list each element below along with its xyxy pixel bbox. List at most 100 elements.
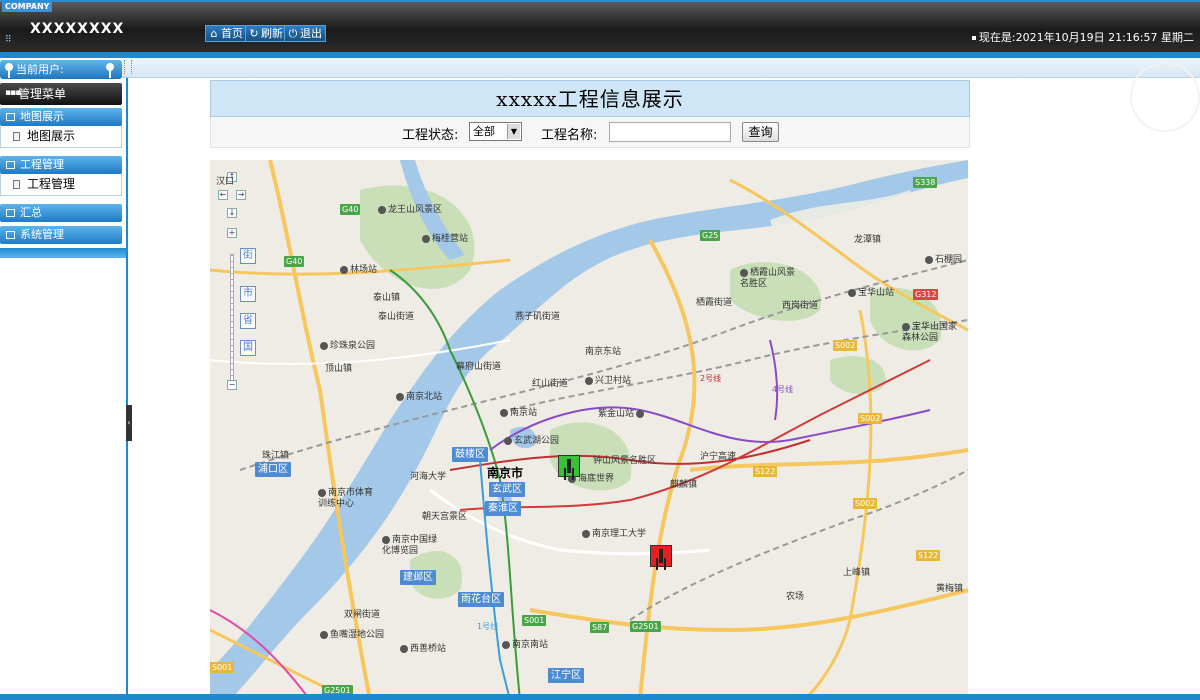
zoom-out-button[interactable]: − (227, 380, 237, 390)
top-header-bar: COMPANY XXXXXXXX ⠿ ⌂ 首页 ↻ 刷新 ⏻ 退出 现在是:2021年… (0, 0, 1200, 52)
current-user-row: 当前用户: (0, 60, 122, 79)
city-label: 南京市 (487, 466, 524, 480)
home-button[interactable]: ⌂ 首页 (205, 25, 247, 42)
road-label: G40 (340, 204, 361, 215)
metro-line-label: 4号线 (772, 385, 794, 394)
sidebar-section-system[interactable]: 系统管理 (0, 226, 122, 244)
place-label: 泰山街道 (378, 312, 415, 322)
clock-display: 现在是:2021年10月19日 21:16:57 星期二 (971, 29, 1194, 45)
zoom-level-street[interactable]: 街 (240, 248, 256, 264)
sidebar-item-project-management[interactable]: 工程管理 (0, 174, 122, 196)
road-label: S122 (916, 550, 941, 561)
collapse-sidebar-handle[interactable]: ‹ (126, 405, 132, 441)
clock-text: 现在是:2021年10月19日 21:16:57 星期二 (978, 31, 1194, 44)
place-label: 石棚园 (925, 255, 962, 266)
place-label: 林场站 (340, 265, 377, 276)
place-label: 双闸街道 (344, 610, 381, 620)
logout-button[interactable]: ⏻ 退出 (284, 25, 326, 42)
zoom-control: ↑ ← → ↓ + − (216, 170, 246, 390)
road-label: S002 (858, 413, 883, 424)
place-label: 燕子矶街道 (515, 312, 561, 322)
sidebar-item-map-display[interactable]: 地图展示 (0, 126, 122, 148)
folder-icon (6, 113, 15, 121)
place-label: 珠江镇 (262, 451, 290, 461)
project-marker-stopped[interactable] (650, 545, 672, 567)
zoom-level-province[interactable]: 省 (240, 313, 256, 329)
page-title: xxxxx工程信息展示 (210, 80, 970, 117)
grid-icon: ▪▪▪ (5, 88, 21, 98)
sidebar-section-project[interactable]: 工程管理 (0, 156, 122, 174)
road-label: G2501 (630, 621, 661, 632)
sidebar-section-map[interactable]: 地图展示 (0, 108, 122, 126)
road-label: G40 (284, 256, 305, 267)
metro-line-label: 2号线 (700, 374, 722, 383)
map-view[interactable]: ↑ ← → ↓ + − 街 市 省 国 G40 G40 G25 S338 G31… (210, 160, 968, 700)
place-label: 南京市体育训练中心 (318, 488, 374, 509)
current-user-label: 当前用户: (16, 63, 64, 76)
road-label: S001 (210, 662, 235, 673)
place-label: 黄梅镇 (936, 584, 964, 594)
folder-icon (6, 231, 15, 239)
place-label: 紫金山站 (598, 409, 646, 420)
place-label: 泰山镇 (373, 293, 401, 303)
decorative-circle (1130, 62, 1200, 132)
place-label: 西善桥站 (400, 644, 446, 655)
status-select[interactable]: 全部 ▼ (469, 122, 522, 141)
place-label: 麒麟镇 (670, 480, 698, 490)
company-logo: COMPANY (2, 2, 53, 12)
place-label: 南京站 (500, 408, 537, 419)
sidebar-divider (0, 248, 126, 258)
app-title: XXXXXXXX (30, 21, 125, 37)
document-icon (13, 180, 20, 189)
project-marker-active[interactable] (558, 455, 580, 477)
grip-icon[interactable] (124, 60, 132, 74)
district-label: 建邺区 (400, 570, 436, 585)
road-label: S002 (833, 340, 858, 351)
section-label: 工程管理 (20, 158, 64, 171)
zoom-level-country[interactable]: 国 (240, 340, 256, 356)
content-tab-strip (122, 58, 1200, 78)
place-label: 宝华山国家森林公园 (902, 322, 958, 343)
pan-left-button[interactable]: ← (218, 190, 228, 200)
place-label: 红山街道 (532, 379, 569, 389)
place-label: 栖霞山风景名胜区 (740, 268, 796, 289)
project-name-input[interactable] (609, 122, 731, 142)
refresh-button[interactable]: ↻ 刷新 (245, 25, 287, 42)
section-label: 地图展示 (20, 110, 64, 123)
query-button[interactable]: 查询 (742, 122, 779, 142)
place-label: 珍珠泉公园 (320, 341, 375, 352)
zoom-in-button[interactable]: + (227, 228, 237, 238)
road-label: G25 (700, 230, 721, 241)
district-label: 浦口区 (255, 462, 291, 477)
sidebar-section-summary[interactable]: 汇总 (0, 204, 122, 222)
bullet-icon (971, 36, 976, 40)
pan-down-button[interactable]: ↓ (227, 208, 237, 218)
district-label: 江宁区 (548, 668, 584, 683)
zoom-level-city[interactable]: 市 (240, 286, 256, 302)
chevron-down-icon[interactable]: ▼ (507, 124, 520, 139)
home-label: 首页 (221, 27, 243, 40)
menu-header: ▪▪▪ 管理菜单 (0, 83, 122, 105)
refresh-icon: ↻ (249, 27, 259, 40)
place-label: 南京北站 (396, 392, 442, 403)
road-label: S002 (853, 498, 878, 509)
place-label: 栖霞街道 (696, 298, 733, 308)
document-icon (13, 132, 20, 141)
place-label: 玄武湖公园 (504, 436, 559, 447)
zoom-slider[interactable] (230, 254, 234, 388)
district-label: 玄武区 (489, 482, 525, 497)
place-label: 朝天宫景区 (422, 512, 468, 522)
power-icon: ⏻ (288, 27, 298, 40)
road-label: S001 (522, 615, 547, 626)
road-label: S87 (590, 622, 610, 633)
place-label: 南京南站 (502, 640, 548, 651)
place-label: 沪宁高速 (700, 452, 737, 462)
pin-icon (106, 63, 114, 78)
pan-right-button[interactable]: → (236, 190, 246, 200)
place-label: 兴卫村站 (585, 376, 631, 387)
footer-divider (0, 694, 1200, 700)
place-label: 河海大学 (410, 472, 447, 482)
district-label: 鼓楼区 (452, 447, 488, 462)
section-label: 汇总 (20, 206, 42, 219)
filter-bar: 工程状态: 全部 ▼ 工程名称: 查询 (210, 117, 970, 148)
